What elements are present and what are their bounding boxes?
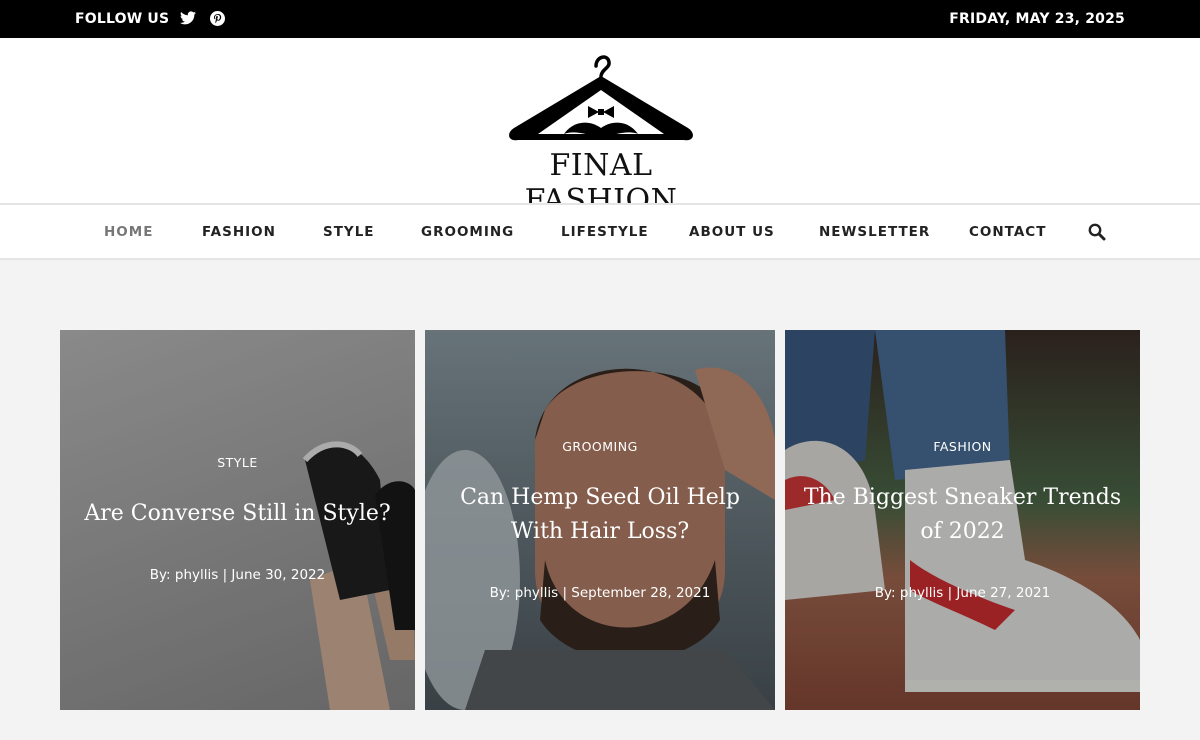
nav-fashion[interactable]: FASHION — [202, 224, 276, 240]
top-bar: FOLLOW US FRIDAY, MAY 23, 2025 — [0, 0, 1200, 38]
main-nav: HOME FASHION STYLE GROOMING LIFESTYLE AB… — [0, 203, 1200, 260]
pinterest-icon[interactable] — [209, 10, 225, 26]
post-title[interactable]: The Biggest Sneaker Trends of 2022 — [800, 481, 1125, 549]
post-category[interactable]: GROOMING — [425, 439, 775, 454]
post-category[interactable]: FASHION — [785, 439, 1140, 454]
post-meta: By: phyllis | June 27, 2021 — [874, 585, 1051, 601]
nav-about-us[interactable]: ABOUT US — [689, 224, 775, 240]
post-meta: By: phyllis | June 30, 2022 — [149, 567, 326, 583]
hanger-logo — [509, 55, 693, 141]
twitter-icon[interactable] — [180, 10, 196, 26]
post-card-sneakers[interactable]: FASHION The Biggest Sneaker Trends of 20… — [785, 330, 1140, 710]
post-card-converse[interactable]: STYLE Are Converse Still in Style? By: p… — [60, 330, 415, 710]
post-card-hemp-oil[interactable]: GROOMING Can Hemp Seed Oil Help With Hai… — [425, 330, 775, 710]
nav-newsletter[interactable]: NEWSLETTER — [819, 224, 930, 240]
post-title[interactable]: Are Converse Still in Style? — [75, 497, 400, 531]
search-icon[interactable] — [1088, 223, 1106, 241]
follow-us-label: FOLLOW US — [75, 11, 170, 27]
site-header: FINAL FASHION — [0, 38, 1200, 218]
post-category[interactable]: STYLE — [60, 455, 415, 470]
post-title[interactable]: Can Hemp Seed Oil Help With Hair Loss? — [440, 481, 760, 549]
nav-contact[interactable]: CONTACT — [969, 224, 1046, 240]
post-meta: By: phyllis | September 28, 2021 — [489, 585, 711, 601]
nav-grooming[interactable]: GROOMING — [421, 224, 514, 240]
nav-style[interactable]: STYLE — [323, 224, 375, 240]
nav-home[interactable]: HOME — [104, 224, 153, 240]
current-date: FRIDAY, MAY 23, 2025 — [949, 11, 1125, 27]
site-logo[interactable]: FINAL FASHION — [478, 50, 724, 218]
nav-lifestyle[interactable]: LIFESTYLE — [561, 224, 649, 240]
